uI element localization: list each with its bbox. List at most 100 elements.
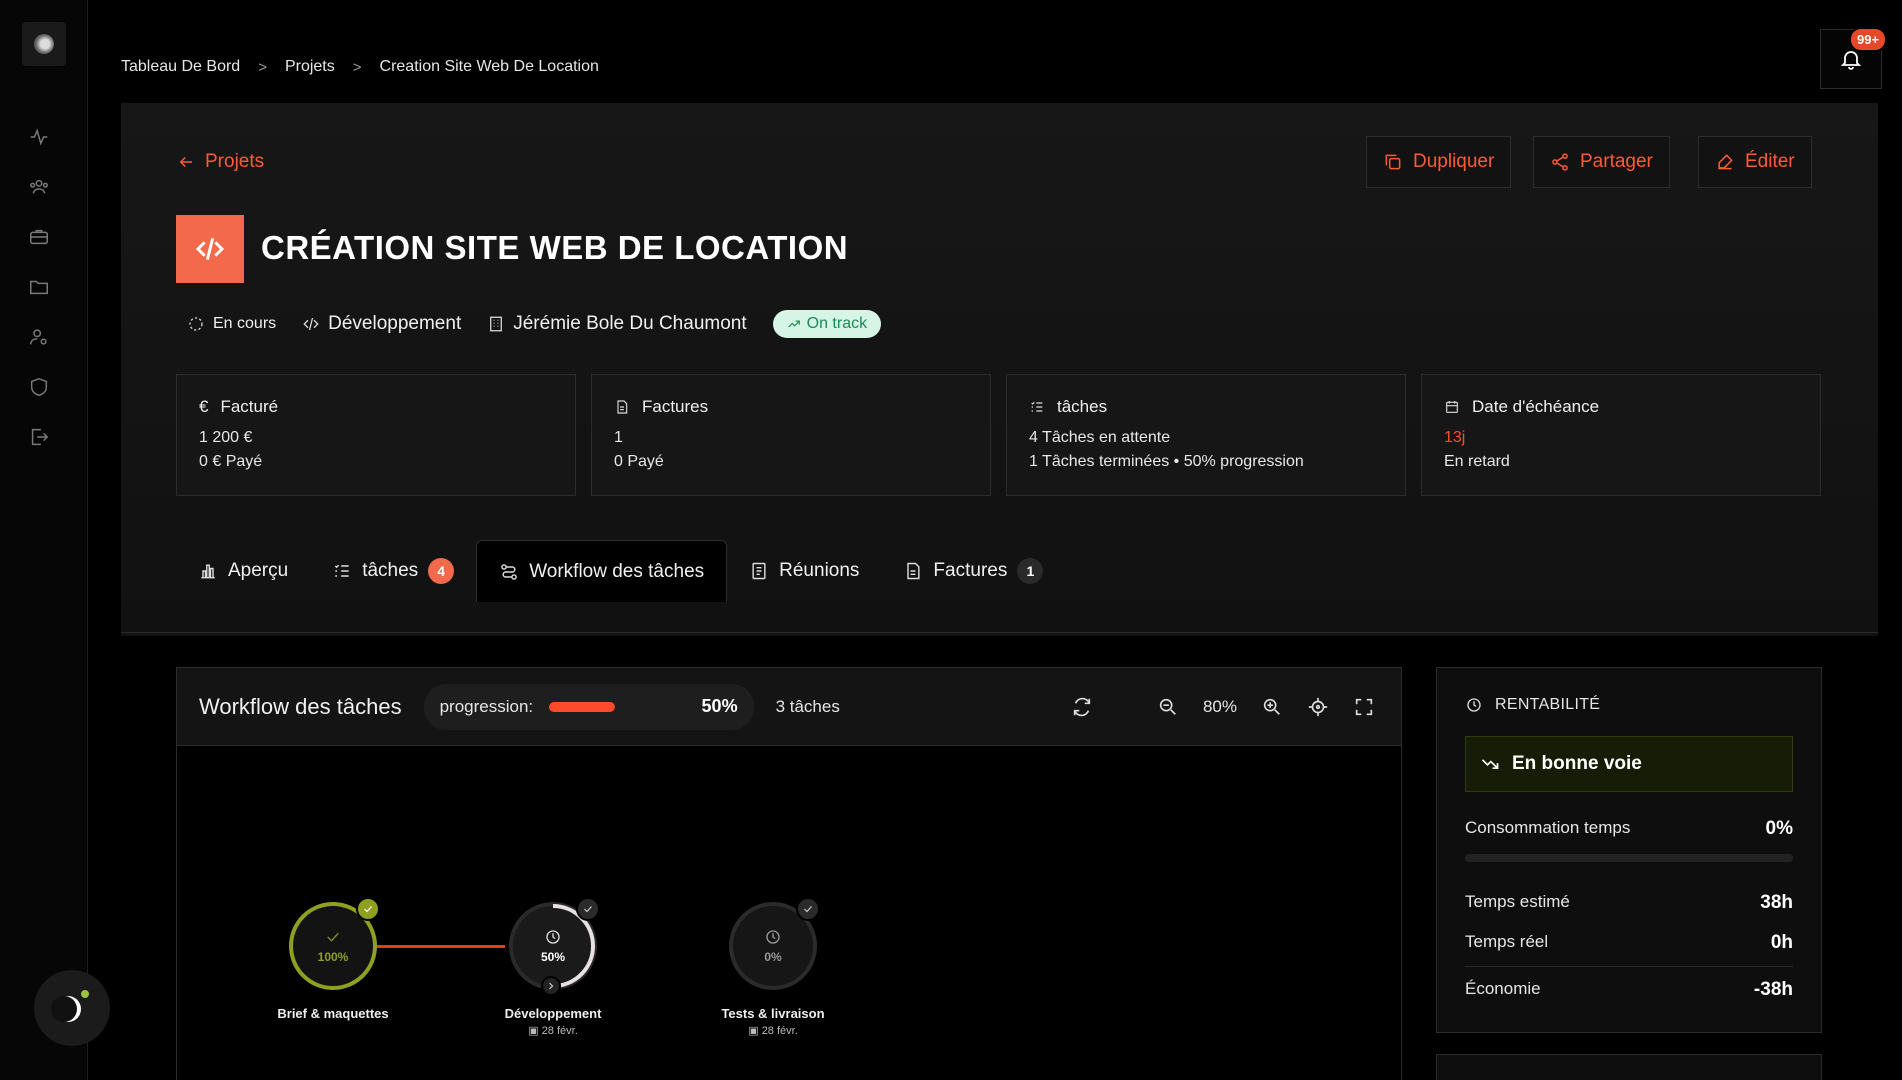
tab-tasks[interactable]: tâches 4 xyxy=(310,540,476,602)
breadcrumb-item-projects[interactable]: Projets xyxy=(285,58,335,76)
calendar-icon xyxy=(1446,401,1458,413)
clock-icon xyxy=(766,930,780,944)
activity-icon[interactable] xyxy=(28,126,50,148)
notification-badge: 99+ xyxy=(1849,27,1888,52)
actual-row: Temps réel 0h xyxy=(1465,932,1793,954)
node-pct: 100% xyxy=(317,950,349,964)
invoices-card: Factures 1 0 Payé xyxy=(591,374,991,496)
tab-workflow[interactable]: Workflow des tâches xyxy=(476,540,728,602)
client-label: Jérémie Bole Du Chaumont xyxy=(513,313,747,334)
notifications-button[interactable]: 99+ xyxy=(1820,27,1888,89)
trend-down-icon xyxy=(1481,759,1499,769)
due-status: En retard xyxy=(1444,453,1510,470)
tasks-pending: 4 Tâches en attente xyxy=(1029,429,1171,446)
workflow-title: Workflow des tâches xyxy=(199,693,402,719)
share-label: Partager xyxy=(1580,151,1653,172)
euro-icon: € xyxy=(199,397,209,416)
logout-icon[interactable] xyxy=(28,426,50,448)
node-date-text: 28 févr. xyxy=(541,1025,578,1037)
invoices-count-badge: 1 xyxy=(1017,558,1044,584)
edit-button[interactable]: Éditer xyxy=(1698,136,1812,188)
divider xyxy=(1465,966,1793,967)
tab-invoices[interactable]: Factures 1 xyxy=(881,540,1065,602)
tasks-count-badge: 4 xyxy=(428,558,455,584)
code-icon xyxy=(303,317,319,331)
billed-title: Facturé xyxy=(220,397,279,416)
billed-amount: 1 200 € xyxy=(199,429,253,446)
estimated-row: Temps estimé 38h xyxy=(1465,892,1793,914)
project-title: CRÉATION SITE WEB DE LOCATION xyxy=(261,229,849,266)
savings-value: -38h xyxy=(1753,979,1793,1000)
checklist-icon xyxy=(335,564,349,577)
check-icon xyxy=(584,906,592,913)
invoices-paid: 0 Payé xyxy=(614,453,664,470)
crosshair-icon[interactable] xyxy=(1307,696,1329,718)
workflow-tools: 80% xyxy=(1071,668,1375,746)
time-consumption-label: Consommation temps xyxy=(1465,818,1631,837)
edit-icon xyxy=(1718,154,1733,170)
category-item: Développement xyxy=(302,313,461,335)
workflow-progress: progression: 50% xyxy=(423,683,754,730)
team-icon[interactable] xyxy=(28,176,50,198)
estimated-value: 38h xyxy=(1760,892,1793,913)
tab-invoices-label: Factures xyxy=(933,560,1008,581)
shield-icon[interactable] xyxy=(28,376,50,398)
share-icon xyxy=(1552,153,1568,171)
progress-value: 50% xyxy=(701,696,738,716)
invoices-title: Factures xyxy=(642,397,709,416)
breadcrumb-item-dashboard[interactable]: Tableau De Bord xyxy=(121,58,240,76)
tasks-title: tâches xyxy=(1057,397,1108,416)
fullscreen-icon[interactable] xyxy=(1353,696,1375,718)
code-icon xyxy=(176,215,244,283)
node-date: ▣ 28 févr. xyxy=(673,1024,873,1037)
trend-up-icon xyxy=(787,320,800,328)
tab-overview[interactable]: Aperçu xyxy=(176,540,310,602)
invoices-count: 1 xyxy=(614,429,623,446)
user-settings-icon[interactable] xyxy=(28,326,50,348)
time-consumption-row: Consommation temps 0% xyxy=(1465,818,1793,840)
chevron-right-icon: > xyxy=(258,58,267,76)
tasks-card: tâches 4 Tâches en attente 1 Tâches term… xyxy=(1006,374,1406,496)
app-logo[interactable] xyxy=(22,22,66,66)
actual-value: 0h xyxy=(1770,932,1793,953)
workflow-toolbar: Workflow des tâches progression: 50% 3 t… xyxy=(177,668,1401,746)
expand-node-button[interactable] xyxy=(541,976,561,996)
briefcase-icon[interactable] xyxy=(28,226,50,248)
node-label: Tests & livraison xyxy=(721,1006,825,1021)
billed-card: € Facturé 1 200 € 0 € Payé xyxy=(176,374,576,496)
workflow-edge xyxy=(371,945,505,948)
share-button[interactable]: Partager xyxy=(1533,136,1670,188)
client-item[interactable]: Jérémie Bole Du Chaumont xyxy=(487,313,747,335)
document-icon xyxy=(907,562,920,580)
category-label: Développement xyxy=(328,313,462,334)
tab-workflow-label: Workflow des tâches xyxy=(529,560,705,582)
back-to-projects-link[interactable]: Projets xyxy=(177,151,264,173)
profitability-header: RENTABILITÉ xyxy=(1465,696,1793,714)
node-label: Brief & maquettes xyxy=(277,1006,389,1021)
zoom-out-icon[interactable] xyxy=(1157,696,1179,718)
check-icon xyxy=(804,906,812,913)
chevron-right-icon xyxy=(549,982,554,990)
zoom-in-icon[interactable] xyxy=(1261,696,1283,718)
secondary-panel xyxy=(1436,1054,1822,1080)
tab-meetings[interactable]: Réunions xyxy=(727,540,881,602)
savings-row: Économie -38h xyxy=(1465,979,1793,1001)
workflow-icon xyxy=(501,563,517,580)
theme-toggle[interactable] xyxy=(34,970,110,1046)
duplicate-label: Dupliquer xyxy=(1413,151,1495,172)
refresh-icon[interactable] xyxy=(1071,696,1093,718)
profitability-status: En bonne voie xyxy=(1465,736,1793,792)
health-label: On track xyxy=(806,315,868,332)
health-badge: On track xyxy=(772,310,882,338)
back-link-label: Projets xyxy=(205,151,265,172)
edit-label: Éditer xyxy=(1745,151,1795,172)
node-check-badge xyxy=(796,897,820,921)
profitability-title: RENTABILITÉ xyxy=(1495,696,1601,713)
zoom-level: 80% xyxy=(1202,697,1237,716)
folder-icon[interactable] xyxy=(28,276,50,298)
arrow-left-icon xyxy=(179,156,192,168)
duplicate-button[interactable]: Dupliquer xyxy=(1366,136,1512,188)
billed-paid: 0 € Payé xyxy=(199,453,263,470)
breadcrumb-item-current: Creation Site Web De Location xyxy=(379,58,599,75)
sidebar xyxy=(0,0,88,1080)
